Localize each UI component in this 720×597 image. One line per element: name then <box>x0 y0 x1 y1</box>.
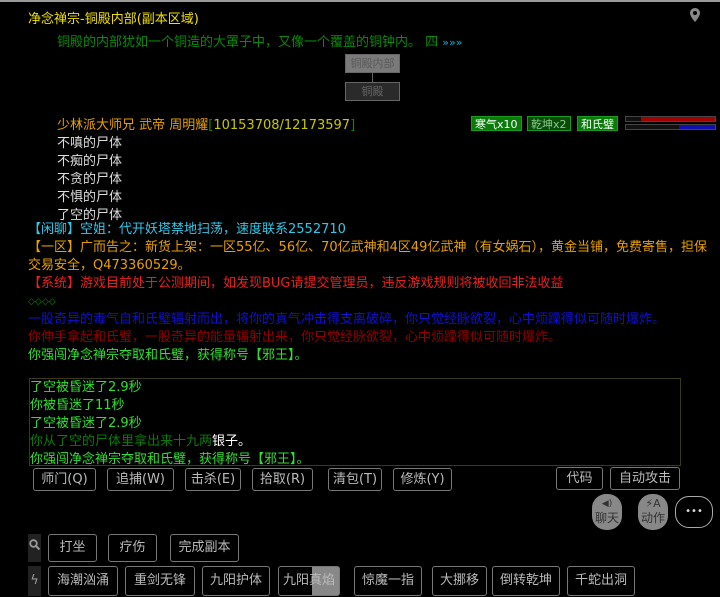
map-connector <box>372 73 373 82</box>
more-button[interactable]: ••• <box>675 496 713 528</box>
chat-log: 【闲聊】空姐：代开妖塔禁地扫荡，速度联系2552710 【一区】广而告之：新货上架… <box>28 221 718 365</box>
chat-toggle-button[interactable]: ◀) 聊天 <box>592 494 622 530</box>
skill-button[interactable]: 惊魔一指 <box>354 566 422 596</box>
lightning-icon[interactable]: ϟ <box>28 566 41 596</box>
npc-hp: 10153708/12173597 <box>213 118 351 133</box>
skill-button[interactable]: 倒转乾坤 <box>492 566 560 596</box>
room-description: 铜殿的内部犹如一个铜造的大罩子中，又像一个覆盖的铜钟内。 四 »»» <box>57 35 463 50</box>
search-icon[interactable] <box>28 534 41 562</box>
command-button[interactable]: 追捕(W) <box>107 468 174 491</box>
command-button[interactable]: 拾取(R) <box>252 468 313 491</box>
buff-badge: 寒气x10 <box>471 116 522 131</box>
corpse-item[interactable]: 不惧的尸体 <box>57 186 122 205</box>
corpse-item[interactable]: 不嗔的尸体 <box>57 132 122 151</box>
speaker-icon: ◀) <box>601 499 613 509</box>
npc-mp-bar <box>625 124 716 130</box>
command-button[interactable]: 清包(T) <box>328 468 382 491</box>
buff-badge: 乾坤x2 <box>527 116 571 131</box>
chat-message: 你强闯净念禅宗夺取和氏璧，获得称号【邪王】。 <box>28 348 308 363</box>
skill-button[interactable]: 海潮汹涌 <box>48 566 118 596</box>
chat-message: ◇◇◇◇ <box>28 297 56 307</box>
action-toggle-button[interactable]: ⚡A 动作 <box>638 494 668 530</box>
combat-message: 你被昏迷了11秒 <box>30 398 125 413</box>
skill-button[interactable]: 千蛇出洞 <box>567 566 635 596</box>
combat-message: 你从了空的尸体里拿出来十九两银子。 <box>30 434 252 449</box>
chat-message: 【系统】游戏目前处于公测期间，如发现BUG请提交管理员，违反游戏规则将被收回非法… <box>28 276 564 291</box>
corpse-item[interactable]: 不痴的尸体 <box>57 150 122 169</box>
chat-message: 【闲聊】空姐：代开妖塔禁地扫荡，速度联系2552710 <box>28 222 346 237</box>
skill-button[interactable]: 重剑无锋 <box>125 566 195 596</box>
chat-message: 【一区】广而告之：新货上架：一区55亿、56亿、70亿武神和4区49亿武神（有女… <box>28 240 707 273</box>
quick-action-button[interactable]: 疗伤 <box>108 534 157 562</box>
chat-message: 一股奇异的毒气自和氏璧辐射而出，将你的真气冲击得支离破碎，你只觉经脉欲裂，心中烦… <box>28 312 666 327</box>
combat-log: 了空被昏迷了2.9秒 你被昏迷了11秒 了空被昏迷了2.9秒 你从了空的尸体里拿出来十… <box>29 378 681 466</box>
combat-message: 了空被昏迷了2.9秒 <box>30 380 142 395</box>
skill-button[interactable]: 大挪移 <box>432 566 487 596</box>
command-button[interactable]: 修炼(Y) <box>393 468 452 491</box>
npc-hp-bar <box>625 116 716 122</box>
lightning-icon: ⚡A <box>645 497 661 510</box>
map-current-room: 铜殿内部 <box>345 54 400 73</box>
skill-button[interactable]: 九阳护体 <box>202 566 270 596</box>
combat-message: 了空被昏迷了2.9秒 <box>30 416 142 431</box>
npc-entry[interactable]: 少林派大师兄 武帝 周明耀[10153708/12173597] <box>57 114 355 133</box>
corpse-item[interactable]: 不贪的尸体 <box>57 168 122 187</box>
room-title: 净念禅宗-铜殿内部(副本区域) <box>28 12 199 27</box>
map-exit-room[interactable]: 铜殿 <box>345 82 400 101</box>
auto-attack-button[interactable]: 自动攻击 <box>610 467 680 490</box>
buff-badge: 和氏璧 <box>577 116 618 131</box>
command-button[interactable]: 师门(Q) <box>33 468 96 491</box>
chat-message: 你伸手拿起和氏璧，一股奇异的能量辐射出来，你只觉经脉欲裂，心中烦躁得似可随时爆炸… <box>28 330 562 345</box>
quick-action-button[interactable]: 完成副本 <box>170 534 239 562</box>
map-pin-icon[interactable] <box>690 8 700 22</box>
skill-button[interactable]: 九阳真焰 <box>278 566 340 596</box>
code-button[interactable]: 代码 <box>556 467 603 490</box>
quick-action-button[interactable]: 打坐 <box>48 534 97 562</box>
more-link[interactable]: »»» <box>442 36 462 49</box>
command-button[interactable]: 击杀(E) <box>185 468 241 491</box>
combat-message: 你强闯净念禅宗夺取和氏璧，获得称号【邪王】。 <box>30 452 310 466</box>
